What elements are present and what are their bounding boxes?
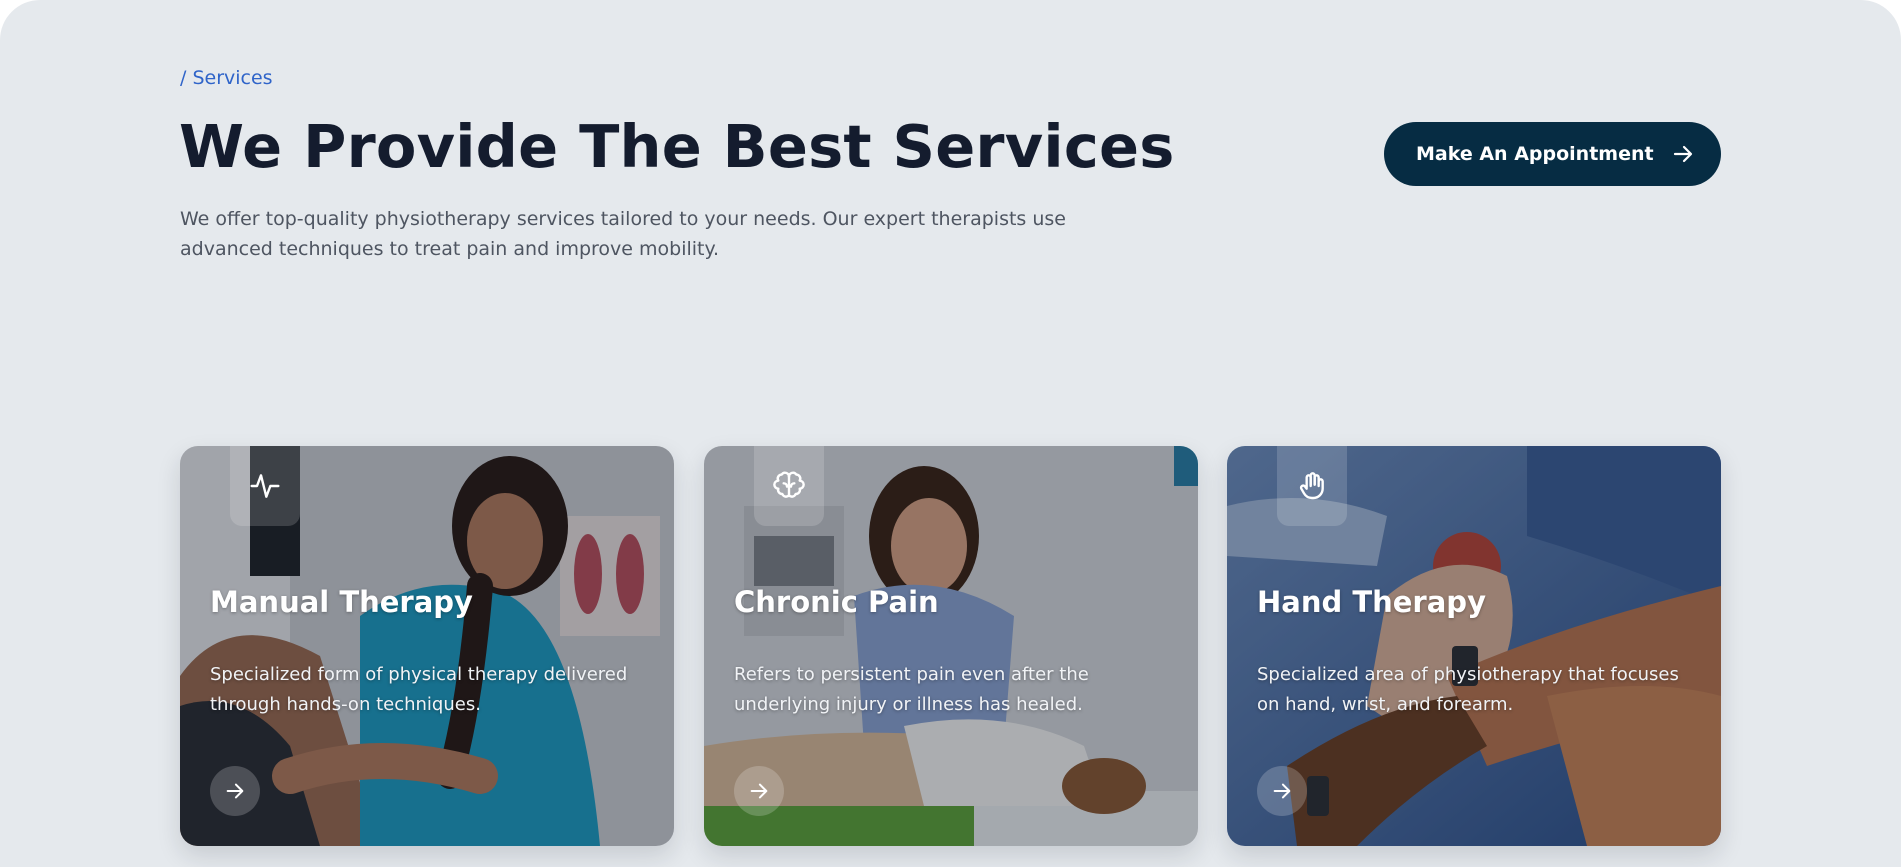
card-title: Chronic Pain <box>734 585 939 619</box>
card-description: Specialized area of physiotherapy that f… <box>1257 664 1679 715</box>
arrow-right-icon <box>1673 145 1693 163</box>
card-description: Refers to persistent pain even after the… <box>734 664 1089 715</box>
card-link-button[interactable] <box>734 766 784 816</box>
card-icon-badge <box>754 446 824 526</box>
arrow-right-icon <box>1273 783 1291 799</box>
card-link-button[interactable] <box>210 766 260 816</box>
make-appointment-label: Make An Appointment <box>1416 143 1654 165</box>
services-section: / Services We Provide The Best Services … <box>0 0 1901 867</box>
card-title: Hand Therapy <box>1257 585 1486 619</box>
arrow-right-icon <box>226 783 244 799</box>
service-card-manual-therapy[interactable]: Manual Therapy Specialized form of physi… <box>180 446 674 846</box>
arrow-right-icon <box>750 783 768 799</box>
brain-icon <box>773 471 805 498</box>
breadcrumb[interactable]: / Services <box>180 66 273 90</box>
card-description: Specialized form of physical therapy del… <box>210 664 628 715</box>
hand-icon <box>1299 472 1324 500</box>
card-icon-badge <box>230 446 300 526</box>
service-card-hand-therapy[interactable]: Hand Therapy Specialized area of physiot… <box>1227 446 1721 846</box>
intro-text: We offer top-quality physiotherapy servi… <box>180 208 1066 260</box>
make-appointment-button[interactable]: Make An Appointment <box>1384 122 1721 186</box>
page-title: We Provide The Best Services <box>179 112 1175 181</box>
pulse-icon <box>250 474 280 498</box>
card-link-button[interactable] <box>1257 766 1307 816</box>
card-icon-badge <box>1277 446 1347 526</box>
card-title: Manual Therapy <box>210 585 473 619</box>
service-card-chronic-pain[interactable]: Chronic Pain Refers to persistent pain e… <box>704 446 1198 846</box>
